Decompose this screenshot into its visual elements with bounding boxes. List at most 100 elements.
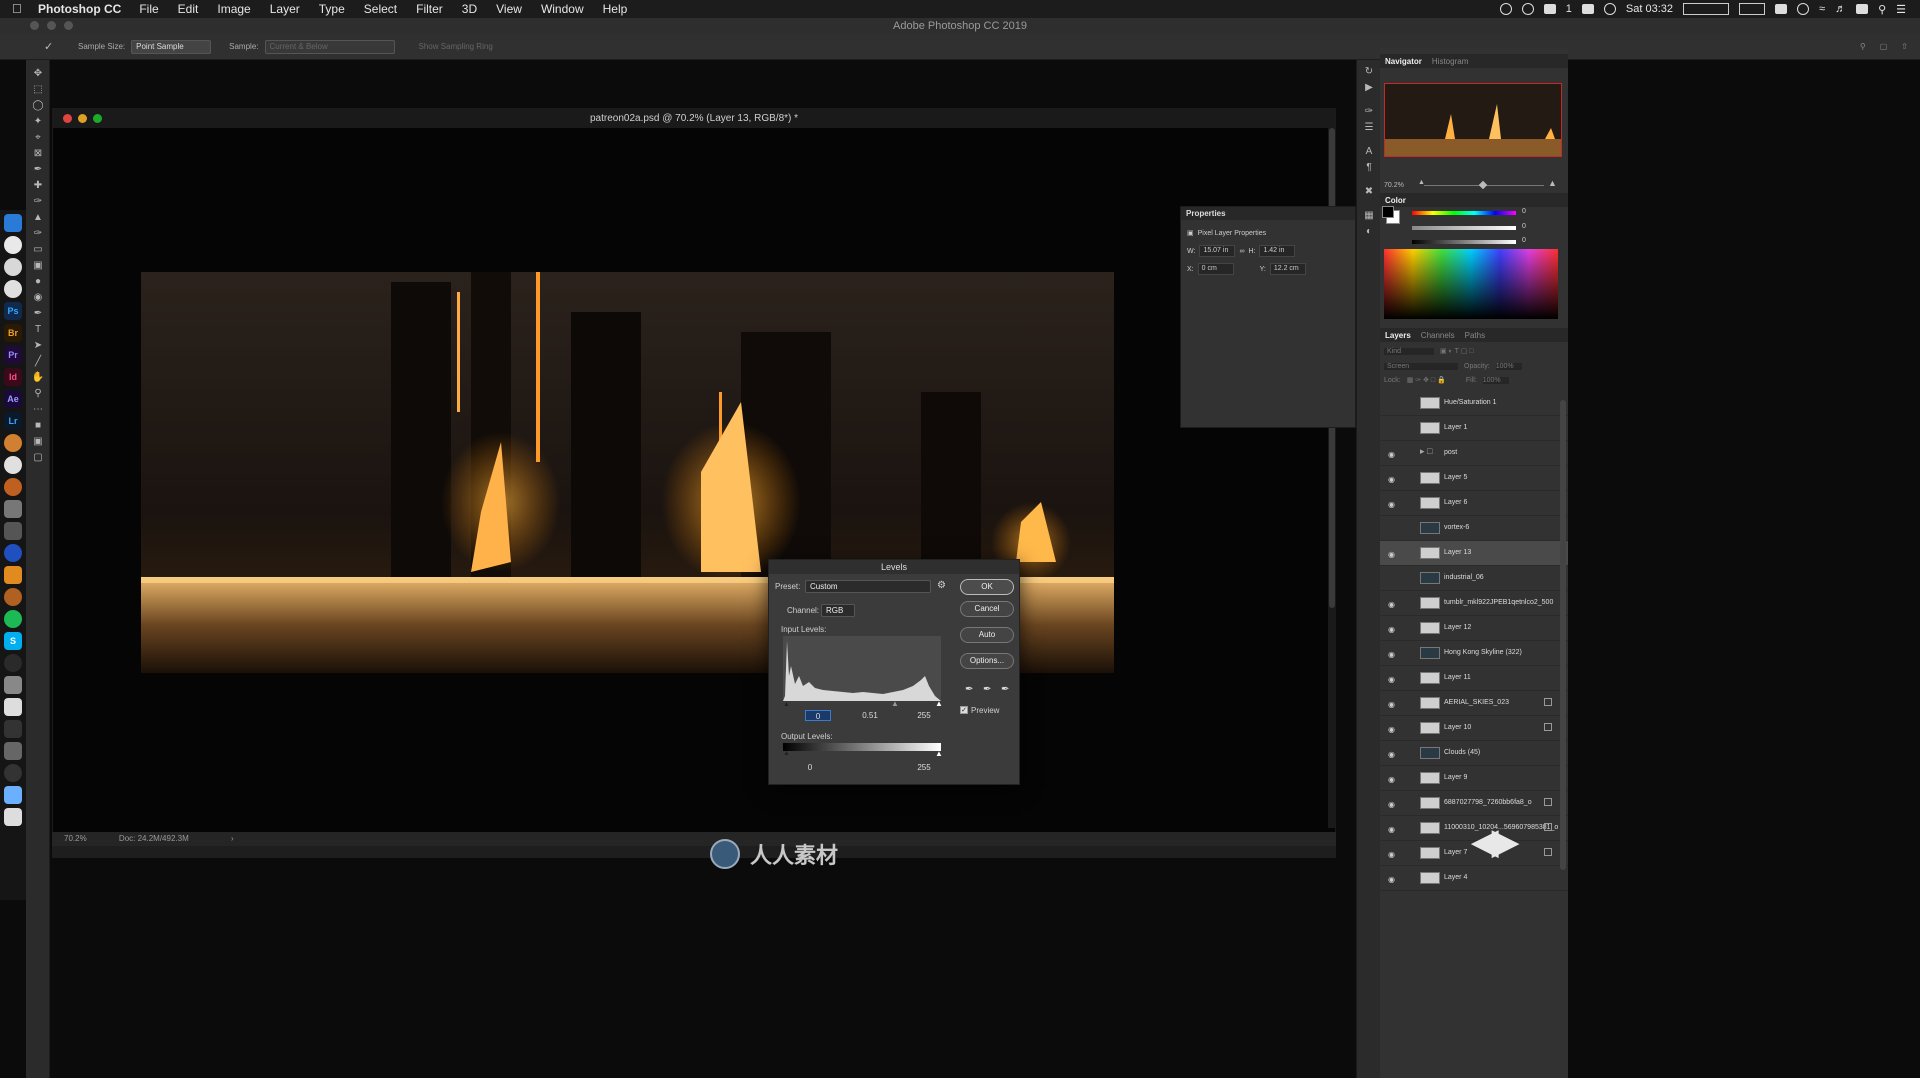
app-icon[interactable] [4, 698, 22, 716]
menu-image[interactable]: Image [217, 2, 250, 16]
minimize-button[interactable] [47, 21, 56, 30]
menu-view[interactable]: View [496, 2, 522, 16]
status-icon[interactable] [1499, 3, 1512, 15]
layer-row[interactable]: ◉ Clouds (45) [1380, 741, 1568, 766]
output-black-field[interactable]: 0 [797, 762, 823, 773]
tab-channels[interactable]: Channels [1416, 331, 1460, 340]
visibility-eye-icon[interactable]: ◉ [1388, 750, 1398, 759]
spotify-icon[interactable] [4, 610, 22, 628]
background-color-swatch[interactable] [1382, 206, 1394, 218]
frame-tool-icon[interactable]: ⊠ [26, 146, 50, 162]
layer-thumbnail[interactable] [1420, 872, 1440, 884]
zoom-readout[interactable]: 70.2% [64, 834, 87, 843]
input-white-field[interactable]: 255 [911, 710, 937, 721]
visibility-eye-icon[interactable]: ◉ [1388, 500, 1398, 509]
eyedropper-icon[interactable]: ✓ [44, 40, 60, 54]
check-icon[interactable] [1521, 3, 1534, 15]
trash-icon[interactable] [4, 808, 22, 826]
obs-icon[interactable] [4, 764, 22, 782]
clock-app-icon[interactable] [4, 280, 22, 298]
magic-wand-icon[interactable]: ✦ [26, 114, 50, 130]
search-icon[interactable]: ⚲ [1860, 42, 1866, 51]
line-tool-icon[interactable]: ╱ [26, 354, 50, 370]
layer-thumbnail[interactable] [1420, 522, 1440, 534]
volume-icon[interactable]: ♬ [1835, 3, 1846, 15]
photoshop-icon[interactable]: Ps [4, 302, 22, 320]
vlc-icon[interactable] [4, 566, 22, 584]
layer-row[interactable]: ◉ Hong Kong Skyline (322) [1380, 641, 1568, 666]
link-icon[interactable]: ∞ [1239, 248, 1244, 255]
preset-gear-icon[interactable]: ⚙ [937, 580, 946, 591]
history-brush-icon[interactable]: ✑ [26, 226, 50, 242]
layer-row[interactable]: ◉ AERIAL_SKIES_023 [1380, 691, 1568, 716]
layer-row[interactable]: Layer 1 [1380, 416, 1568, 441]
input-black-field[interactable]: 0 [805, 710, 831, 721]
eyedropper-tool-icon[interactable]: ✒ [26, 162, 50, 178]
color-swatches-icon[interactable]: ■ [26, 418, 50, 434]
levels-title[interactable]: Levels [769, 560, 1019, 574]
input-gamma-slider[interactable]: ▲ [891, 699, 899, 708]
quick-mask-icon[interactable]: ▣ [26, 434, 50, 450]
cancel-button[interactable]: Cancel [960, 601, 1014, 617]
blender-icon[interactable] [4, 434, 22, 452]
menu-window[interactable]: Window [541, 2, 584, 16]
auto-button[interactable]: Auto [960, 627, 1014, 643]
folder-icon[interactable]: ▸ □ [1420, 446, 1440, 458]
chrome-icon[interactable] [4, 236, 22, 254]
more-tools-icon[interactable]: ⋯ [26, 402, 50, 418]
swatches-icon[interactable]: ◐ [1357, 224, 1381, 240]
premiere-icon[interactable]: Pr [4, 346, 22, 364]
workspace-icon[interactable]: ▢ [1880, 42, 1888, 51]
app-icon[interactable] [4, 522, 22, 540]
preview-checkbox[interactable]: ✓ [960, 706, 968, 714]
blur-tool-icon[interactable]: ● [26, 274, 50, 290]
zoom-tool-icon[interactable]: ⚲ [26, 386, 50, 402]
output-white-field[interactable]: 255 [911, 762, 937, 773]
menu-filter[interactable]: Filter [416, 2, 443, 16]
type-tool-icon[interactable]: T [26, 322, 50, 338]
lightroom-icon[interactable]: Lr [4, 412, 22, 430]
status-arrow-icon[interactable]: › [231, 834, 234, 843]
black-eyedropper-icon[interactable]: ✒ [965, 684, 973, 695]
aftereffects-icon[interactable]: Ae [4, 390, 22, 408]
menu-select[interactable]: Select [364, 2, 397, 16]
tab-histogram[interactable]: Histogram [1427, 57, 1473, 66]
visibility-eye-icon[interactable]: ◉ [1388, 675, 1398, 684]
brightness-slider[interactable] [1412, 240, 1516, 244]
battery-icon[interactable] [1856, 4, 1869, 14]
zoom-slider-handle[interactable] [1478, 180, 1488, 190]
layer-row[interactable]: vortex-6 [1380, 516, 1568, 541]
document-tab[interactable]: patreon02a.psd @ 70.2% (Layer 13, RGB/8*… [53, 109, 1335, 128]
finder-icon[interactable] [4, 214, 22, 232]
screen-mode-icon[interactable]: ▢ [26, 450, 50, 466]
dropbox-icon[interactable] [1543, 4, 1556, 14]
layer-row[interactable]: Hue/Saturation 1 [1380, 391, 1568, 416]
visibility-eye-icon[interactable]: ◉ [1388, 725, 1398, 734]
visibility-eye-icon[interactable]: ◉ [1388, 625, 1398, 634]
doc-zoom-icon[interactable] [93, 114, 102, 123]
tab-navigator[interactable]: Navigator [1380, 57, 1427, 66]
layer-thumbnail[interactable] [1420, 422, 1440, 434]
path-select-icon[interactable]: ➤ [26, 338, 50, 354]
tab-layers[interactable]: Layers [1380, 331, 1416, 340]
visibility-eye-icon[interactable]: ◉ [1388, 700, 1398, 709]
white-eyedropper-icon[interactable]: ✒ [1001, 684, 1009, 695]
tool-presets-icon[interactable]: ✖ [1357, 184, 1381, 200]
options-button[interactable]: Options... [960, 653, 1014, 669]
layer-thumbnail[interactable] [1420, 847, 1440, 859]
ok-button[interactable]: OK [960, 579, 1014, 595]
cloud-icon[interactable] [1603, 3, 1616, 15]
marquee-tool-icon[interactable]: ⬚ [26, 82, 50, 98]
visibility-eye-icon[interactable]: ◉ [1388, 825, 1398, 834]
visibility-eye-icon[interactable]: ◉ [1388, 650, 1398, 659]
layer-thumbnail[interactable] [1420, 672, 1440, 684]
app-icon[interactable] [4, 742, 22, 760]
layer-row[interactable]: ◉ tumblr_mkl922JPEB1qetnlco2_500 [1380, 591, 1568, 616]
close-button[interactable] [30, 21, 39, 30]
brush-settings-icon[interactable]: ✑ [1357, 104, 1381, 120]
app-icon[interactable] [4, 654, 22, 672]
input-white-slider[interactable]: ▲ [935, 699, 943, 708]
menu-list-icon[interactable]: ☰ [1896, 3, 1906, 16]
fill-field[interactable]: 100% [1482, 376, 1509, 384]
calendar-icon[interactable] [1581, 4, 1594, 14]
